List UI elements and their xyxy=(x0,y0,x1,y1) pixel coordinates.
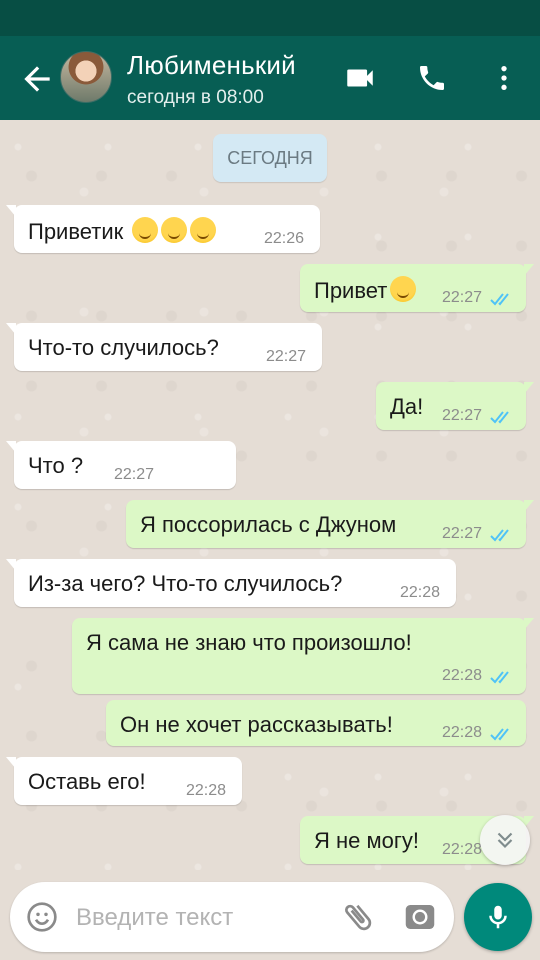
video-call-button[interactable] xyxy=(340,58,380,98)
message-list[interactable]: СЕГОДНЯ Приветик 22:26 Привет 22:27 Что-… xyxy=(0,120,540,870)
more-vert-icon xyxy=(501,66,507,90)
read-ticks-icon xyxy=(490,728,509,741)
message-time: 22:26 xyxy=(264,230,305,247)
message-incoming[interactable]: Что ? 22:27 xyxy=(6,441,236,489)
message-input[interactable]: Введите текст xyxy=(76,904,233,932)
scroll-to-bottom-button[interactable] xyxy=(480,815,530,865)
message-text: Что-то случилось? xyxy=(28,335,219,360)
mic-button[interactable] xyxy=(464,883,532,951)
message-text: Я сама не знаю что произошло! xyxy=(86,630,412,655)
message-outgoing[interactable]: Я поссорилась с Джуном 22:27 xyxy=(126,500,534,548)
contact-status: сегодня в 08:00 xyxy=(127,87,264,108)
read-ticks-icon xyxy=(490,293,509,306)
read-ticks-icon xyxy=(490,529,509,542)
date-divider: СЕГОДНЯ xyxy=(213,134,327,182)
voice-call-button[interactable] xyxy=(412,58,452,98)
message-time: 22:27 xyxy=(442,407,483,424)
message-text: Да! xyxy=(390,394,424,419)
message-composer[interactable]: Введите текст xyxy=(10,882,454,952)
emoji-icon[interactable] xyxy=(26,901,58,933)
paperclip-icon[interactable] xyxy=(340,899,376,935)
arrow-left-icon xyxy=(24,66,50,92)
videocam-icon xyxy=(347,69,373,87)
message-text: Оставь его! xyxy=(28,769,146,794)
phone-icon xyxy=(420,66,444,90)
message-time: 22:28 xyxy=(186,782,227,799)
double-chevron-down-icon xyxy=(497,832,513,849)
message-time: 22:28 xyxy=(400,584,441,601)
avatar[interactable] xyxy=(60,51,112,103)
message-time: 22:27 xyxy=(266,348,307,365)
emoji-icon xyxy=(387,276,417,303)
message-text: Я не могу! xyxy=(314,828,419,853)
emoji-icon xyxy=(129,217,217,244)
message-outgoing[interactable]: Да! 22:27 xyxy=(376,382,534,430)
message-text: Он не хочет рассказывать! xyxy=(120,712,393,737)
message-outgoing[interactable]: Я сама не знаю что произошло! 22:28 xyxy=(72,618,534,694)
message-text: Что ? xyxy=(28,453,84,478)
menu-button[interactable] xyxy=(484,58,524,98)
message-time: 22:27 xyxy=(442,289,483,306)
message-text: Привет xyxy=(314,278,388,303)
contact-name[interactable]: Любименький xyxy=(127,50,296,81)
message-incoming[interactable]: Оставь его! 22:28 xyxy=(6,757,242,805)
message-outgoing[interactable]: Он не хочет рассказывать! 22:28 xyxy=(106,700,526,746)
status-bar xyxy=(0,0,540,36)
message-time: 22:28 xyxy=(442,667,483,684)
message-incoming[interactable]: Приветик 22:26 xyxy=(6,205,320,253)
back-button[interactable] xyxy=(18,60,56,98)
message-time: 22:27 xyxy=(114,466,155,483)
read-ticks-icon xyxy=(490,411,509,424)
message-incoming[interactable]: Что-то случилось? 22:27 xyxy=(6,323,322,371)
chat-header: Любименький сегодня в 08:00 xyxy=(0,36,540,120)
mic-icon xyxy=(489,905,507,929)
message-text: Из-за чего? Что-то случилось? xyxy=(28,571,343,596)
message-text: Приветик xyxy=(28,219,124,244)
read-ticks-icon xyxy=(490,671,509,684)
message-time: 22:27 xyxy=(442,525,483,542)
message-text: Я поссорилась с Джуном xyxy=(140,512,397,537)
message-time: 22:28 xyxy=(442,724,483,741)
message-incoming[interactable]: Из-за чего? Что-то случилось? 22:28 xyxy=(6,559,456,607)
message-outgoing[interactable]: Привет 22:27 xyxy=(300,264,534,312)
camera-icon[interactable] xyxy=(402,899,438,935)
message-time: 22:28 xyxy=(442,841,483,858)
